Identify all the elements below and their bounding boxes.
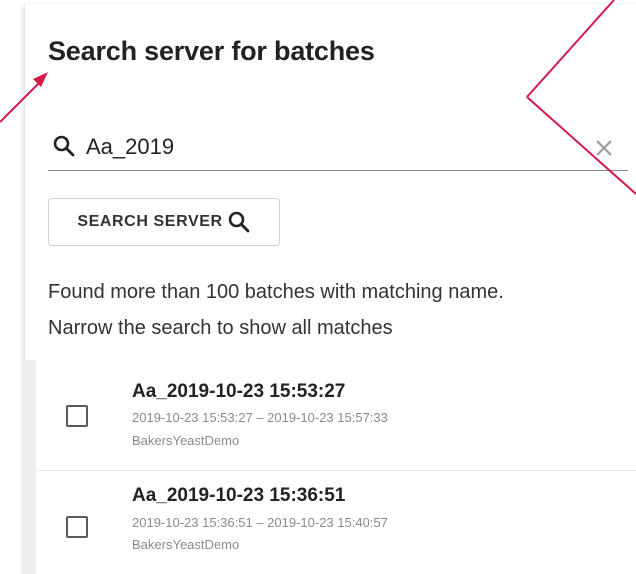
list-item[interactable]: Aa_2019-10-23 15:53:27 2019-10-23 15:53:… <box>36 360 636 468</box>
page: Search server for batches SEARCH SERVER … <box>0 0 636 574</box>
result-checkbox[interactable] <box>66 405 88 427</box>
result-time-range: 2019-10-23 15:36:51 – 2019-10-23 15:40:5… <box>132 515 388 530</box>
results-scroll-gutter <box>24 360 36 574</box>
search-server-button[interactable]: SEARCH SERVER <box>48 198 280 246</box>
search-input[interactable] <box>86 132 586 162</box>
result-checkbox[interactable] <box>66 516 88 538</box>
result-limit-message: Found more than 100 batches with matchin… <box>48 274 636 346</box>
search-server-button-label: SEARCH SERVER <box>77 213 223 230</box>
close-icon[interactable] <box>593 137 615 159</box>
panel-title: Search server for batches <box>48 36 375 66</box>
result-project: BakersYeastDemo <box>132 537 240 552</box>
search-icon <box>228 211 250 233</box>
background-area <box>0 0 24 574</box>
result-project: BakersYeastDemo <box>132 433 240 448</box>
result-time-range: 2019-10-23 15:53:27 – 2019-10-23 15:57:3… <box>132 410 388 425</box>
message-line-2: Narrow the search to show all matches <box>48 317 393 339</box>
result-name: Aa_2019-10-23 15:36:51 <box>132 485 346 506</box>
list-item[interactable]: Aa_2019-10-23 15:36:51 2019-10-23 15:36:… <box>36 471 636 574</box>
search-icon <box>53 135 75 157</box>
search-field[interactable] <box>48 128 628 172</box>
search-underline <box>48 170 628 171</box>
result-name: Aa_2019-10-23 15:53:27 <box>132 381 346 402</box>
message-line-1: Found more than 100 batches with matchin… <box>48 281 504 303</box>
